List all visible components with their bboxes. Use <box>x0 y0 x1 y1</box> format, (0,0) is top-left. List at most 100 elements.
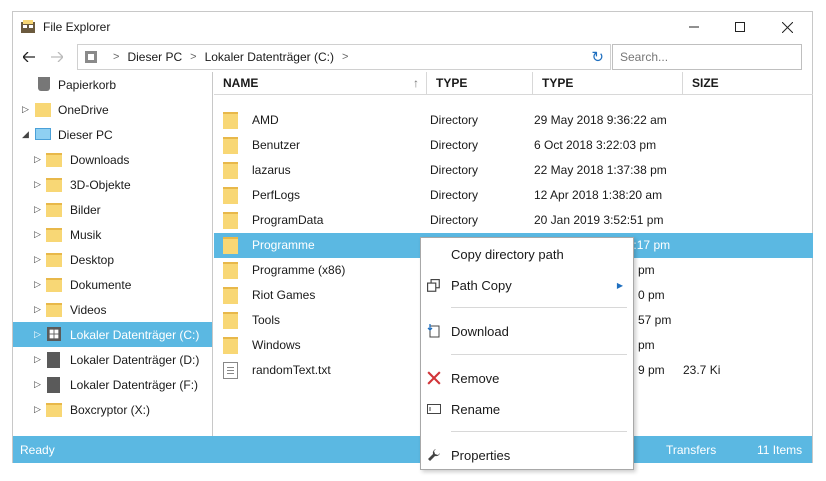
column-header-size[interactable]: SIZE <box>683 72 813 95</box>
sidebar-item-desktop[interactable]: ▷ Desktop <box>13 247 212 272</box>
file-date: 20 Jan 2019 3:52:51 pm <box>534 213 664 227</box>
documents-folder-icon <box>46 278 62 292</box>
sidebar-item-label: Lokaler Datenträger (F:) <box>70 377 199 392</box>
sidebar-item-drive-d[interactable]: ▷ Lokaler Datenträger (D:) <box>13 347 212 372</box>
address-bar[interactable]: > Dieser PC > Lokaler Datenträger (C:) >… <box>77 44 611 70</box>
expand-arrow-icon[interactable]: ▷ <box>34 279 44 290</box>
table-row[interactable]: lazarus Directory 22 May 2018 1:37:38 pm <box>214 158 813 183</box>
sidebar-item-videos[interactable]: ▷ Videos <box>13 297 212 322</box>
maximize-button[interactable] <box>717 16 763 38</box>
folder-icon <box>223 287 238 304</box>
menu-item-label: Remove <box>451 370 500 386</box>
sidebar-item-label: Bilder <box>70 202 101 217</box>
expand-arrow-icon[interactable]: ▷ <box>34 354 44 365</box>
file-name: randomText.txt <box>252 363 331 377</box>
expand-arrow-icon[interactable]: ▷ <box>34 229 44 240</box>
folder-icon <box>46 403 62 417</box>
table-row[interactable]: PerfLogs Directory 12 Apr 2018 1:38:20 a… <box>214 183 813 208</box>
3d-objects-folder-icon <box>46 178 62 192</box>
minimize-button[interactable] <box>671 16 717 38</box>
expand-arrow-icon[interactable]: ▷ <box>22 104 32 115</box>
chevron-right-icon[interactable]: > <box>342 51 348 63</box>
file-name: Windows <box>252 338 301 352</box>
collapse-arrow-icon[interactable]: ◢ <box>22 129 32 140</box>
file-name: Benutzer <box>252 138 301 152</box>
menu-item-label: Rename <box>451 401 501 417</box>
sidebar-item-downloads[interactable]: ▷ Downloads <box>13 147 212 172</box>
file-name: Programme <box>252 238 315 252</box>
text-file-icon <box>223 362 238 379</box>
search-box[interactable] <box>612 44 802 70</box>
app-icon <box>21 20 35 33</box>
menu-separator <box>451 431 627 432</box>
context-menu: Copy directory path Path Copy ▶ Download… <box>420 237 634 470</box>
expand-arrow-icon[interactable]: ▷ <box>34 404 44 415</box>
sidebar-item-musik[interactable]: ▷ Musik <box>13 222 212 247</box>
recycle-bin-icon <box>38 77 50 91</box>
sidebar-item-label: OneDrive <box>58 102 109 117</box>
forward-button[interactable] <box>47 46 67 68</box>
submenu-arrow-icon: ▶ <box>616 280 623 290</box>
sidebar-item-drive-c[interactable]: ▷ Lokaler Datenträger (C:) <box>13 322 212 347</box>
file-name: PerfLogs <box>252 188 301 202</box>
table-row[interactable]: Benutzer Directory 6 Oct 2018 3:22:03 pm <box>214 133 813 158</box>
sidebar-item-label: Lokaler Datenträger (C:) <box>70 327 200 342</box>
sidebar-item-3d-objekte[interactable]: ▷ 3D-Objekte <box>13 172 212 197</box>
column-header-label: SIZE <box>692 76 719 90</box>
menu-item-download[interactable]: Download <box>421 317 633 345</box>
file-name: AMD <box>252 113 279 127</box>
file-type: Directory <box>430 138 479 152</box>
folder-icon <box>223 337 238 354</box>
sidebar-item-dieser-pc[interactable]: ◢ Dieser PC <box>13 122 212 147</box>
drive-icon <box>47 352 60 368</box>
menu-item-properties[interactable]: Properties <box>421 441 633 469</box>
column-header-type[interactable]: TYPE <box>427 72 533 95</box>
menu-item-path-copy[interactable]: Path Copy ▶ <box>421 271 633 299</box>
sidebar-item-bilder[interactable]: ▷ Bilder <box>13 197 212 222</box>
menu-item-rename[interactable]: Rename <box>421 395 633 423</box>
table-row[interactable]: AMD Directory 29 May 2018 9:36:22 am <box>214 108 813 133</box>
breadcrumb-dieser-pc[interactable]: Dieser PC <box>127 50 182 64</box>
expand-arrow-icon[interactable]: ▷ <box>34 154 44 165</box>
table-row[interactable]: ProgramData Directory 20 Jan 2019 3:52:5… <box>214 208 813 233</box>
sort-up-arrow-icon: ↑ <box>413 76 419 90</box>
close-button[interactable] <box>764 16 810 38</box>
file-date: 12 Apr 2018 1:38:20 am <box>534 188 663 202</box>
navigation-bar: > Dieser PC > Lokaler Datenträger (C:) >… <box>13 44 812 70</box>
copy-icon <box>427 279 440 292</box>
refresh-icon[interactable]: ↻ <box>591 48 604 66</box>
sidebar-item-dokumente[interactable]: ▷ Dokumente <box>13 272 212 297</box>
folder-icon <box>223 212 238 229</box>
videos-folder-icon <box>46 303 62 317</box>
expand-arrow-icon[interactable]: ▷ <box>34 254 44 265</box>
sidebar-item-label: Lokaler Datenträger (D:) <box>70 352 200 367</box>
expand-arrow-icon[interactable]: ▷ <box>34 329 44 340</box>
column-header-label: TYPE <box>542 76 574 90</box>
expand-arrow-icon[interactable]: ▷ <box>34 379 44 390</box>
column-header-date[interactable]: TYPE <box>533 72 683 95</box>
sidebar-item-drive-f[interactable]: ▷ Lokaler Datenträger (F:) <box>13 372 212 397</box>
file-type: Directory <box>430 188 479 202</box>
expand-arrow-icon[interactable]: ▷ <box>34 304 44 315</box>
expand-arrow-icon[interactable]: ▷ <box>34 179 44 190</box>
transfers-link[interactable]: Transfers <box>666 443 716 457</box>
file-name: Tools <box>252 313 281 327</box>
breadcrumb-drive-c[interactable]: Lokaler Datenträger (C:) <box>205 50 334 64</box>
expand-arrow-icon[interactable]: ▷ <box>34 204 44 215</box>
desktop-folder-icon <box>46 253 62 267</box>
sidebar-item-papierkorb[interactable]: Papierkorb <box>13 72 212 97</box>
menu-item-copy-directory-path[interactable]: Copy directory path <box>421 240 633 268</box>
sidebar-item-label: Videos <box>70 302 107 317</box>
minimize-icon <box>689 26 699 28</box>
search-input[interactable] <box>620 50 790 64</box>
back-button[interactable] <box>19 46 39 68</box>
file-date: 6 Oct 2018 3:22:03 pm <box>534 138 657 152</box>
sidebar-item-boxcryptor[interactable]: ▷ Boxcryptor (X:) <box>13 397 212 422</box>
sidebar-item-onedrive[interactable]: ▷ OneDrive <box>13 97 212 122</box>
music-folder-icon <box>46 228 62 242</box>
remove-x-icon <box>427 371 441 385</box>
column-header-name[interactable]: NAME ↑ <box>214 72 427 95</box>
menu-item-remove[interactable]: Remove <box>421 364 633 392</box>
file-date: 9 pm <box>638 363 665 377</box>
file-date: 0 pm <box>638 288 665 302</box>
